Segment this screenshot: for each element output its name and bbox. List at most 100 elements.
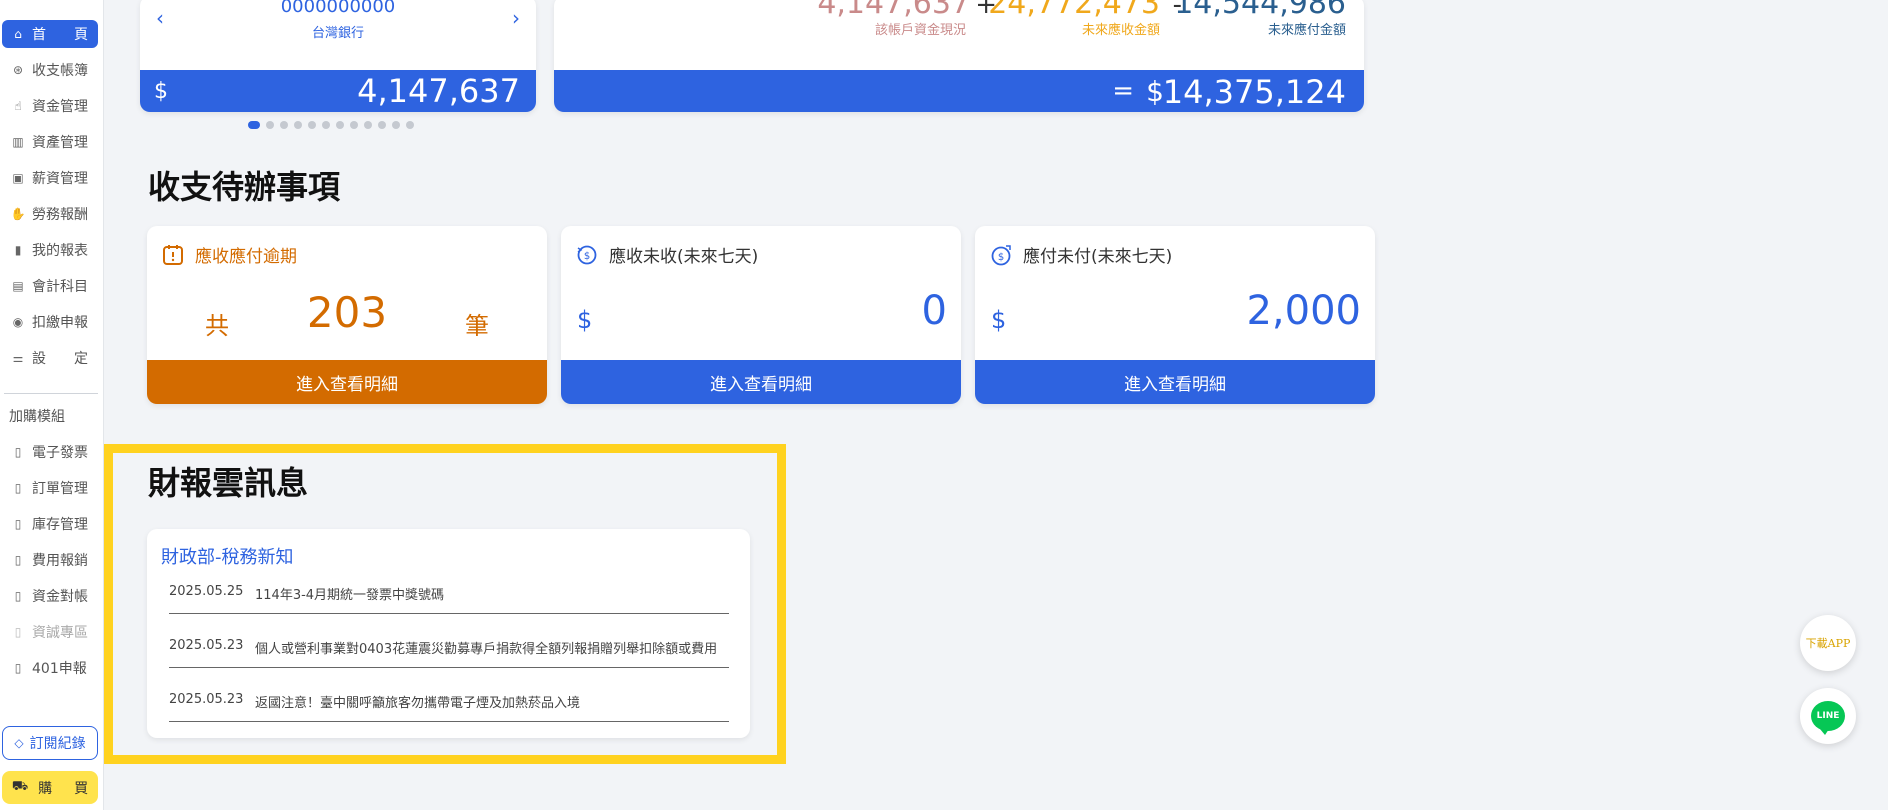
sidebar-divider (4, 393, 98, 394)
news-section-title: 財報雲訊息 (148, 464, 309, 502)
carousel-dot[interactable] (336, 121, 344, 129)
receivable-card-header: $ 應收未收(未來七天) (575, 242, 758, 267)
sidebar-item-label: 庫存管理 (32, 517, 88, 533)
sidebar-item-label: 薪資管理 (32, 171, 88, 187)
carousel-dot[interactable] (248, 121, 260, 129)
news-card: 財政部-稅務新知 2025.05.25 114年3-4月期統一發票中獎號碼 20… (147, 529, 750, 738)
receivable-detail-button[interactable]: 進入查看明細 (561, 360, 961, 404)
balance-currency: $ (154, 78, 168, 104)
ledger-icon: ▤ (12, 279, 24, 293)
sidebar-item-reports[interactable]: ▮ 我的報表 (2, 236, 98, 264)
carousel-dot[interactable] (266, 121, 274, 129)
sidebar-item-label: 扣繳申報 (32, 315, 88, 331)
sidebar-item-label: 資金對帳 (32, 589, 88, 605)
carousel-dot[interactable] (378, 121, 386, 129)
carousel-dot[interactable] (322, 121, 330, 129)
bank-balance: 4,147,637 (357, 72, 520, 110)
carousel-dot[interactable] (364, 121, 372, 129)
news-card-title: 財政部-稅務新知 (161, 547, 294, 568)
formula-result-bar: = $ 14,375,124 (554, 70, 1364, 112)
eye-icon: ◉ (12, 315, 24, 329)
overdue-card-header: 應收應付逾期 (161, 242, 297, 267)
carousel-dot[interactable] (280, 121, 288, 129)
payable-card: $ 應付未付(未來七天) $ 2,000 進入查看明細 (975, 226, 1375, 404)
diamond-icon: ◇ (14, 736, 24, 750)
news-title: 返國注意！臺中關呼籲旅客勿攜帶電子煙及加熱菸品入境 (255, 696, 581, 711)
cart-icon: ⛟ (11, 779, 29, 794)
sidebar: ⌂ 首 頁 ⊛ 收支帳簿 ☝ 資金管理 ▥ 資產管理 ▣ 薪資管理 ✋ 勞務報酬… (0, 0, 104, 810)
carousel-dot[interactable] (406, 121, 414, 129)
next-account-arrow-icon[interactable]: › (512, 6, 520, 30)
buy-label: 購買 (38, 780, 111, 797)
equals-operator: = (1112, 76, 1134, 106)
news-item[interactable]: 2025.05.23 返國注意！臺中關呼籲旅客勿攜帶電子煙及加熱菸品入境 (169, 682, 729, 722)
svg-text:$: $ (584, 251, 590, 262)
bank-account-number: 0000000000 (280, 0, 396, 17)
sidebar-item-401[interactable]: ▯ 401申報 (2, 654, 98, 682)
receivable-currency: $ (577, 306, 593, 334)
news-item[interactable]: 2025.05.23 個人或營利事業對0403花蓮震災勸募專戶捐款得全額列報捐贈… (169, 628, 729, 668)
sidebar-item-pwc: ▯ 資誠專區 (2, 618, 98, 646)
news-title: 114年3-4月期統一發票中獎號碼 (255, 588, 445, 603)
bar-chart-icon: ▮ (14, 243, 22, 257)
sidebar-item-home[interactable]: ⌂ 首 頁 (2, 20, 98, 48)
payable-currency: $ (991, 306, 1007, 334)
sidebar-item-label: 訂單管理 (32, 481, 88, 497)
receivable-label: 未來應收金額 (1081, 23, 1160, 38)
sidebar-item-ledger[interactable]: ⊛ 收支帳簿 (2, 56, 98, 84)
handshake-icon: ✋ (10, 207, 26, 221)
sidebar-item-settings[interactable]: ⚌ 設 定 (2, 344, 98, 372)
bank-account-card: 0000000000 台灣銀行 ‹ › $ 4,147,637 (140, 0, 536, 112)
module-icon: ▯ (14, 517, 22, 531)
sidebar-item-label: 資誠專區 (32, 625, 88, 641)
news-title: 個人或營利事業對0403花蓮震災勸募專戶捐款得全額列報捐贈列舉扣除額或費用 (255, 642, 718, 657)
svg-text:$: $ (998, 252, 1004, 263)
download-app-button[interactable]: 下載APP (1800, 615, 1856, 671)
overdue-title: 應收應付逾期 (195, 247, 297, 267)
home-icon: ⌂ (14, 27, 22, 41)
carousel-dot[interactable] (392, 121, 400, 129)
payable-value: 14,544,986 (1174, 0, 1346, 21)
subscription-record-button[interactable]: ◇ 訂閱紀錄 (2, 726, 98, 760)
module-icon: ▯ (14, 589, 22, 603)
overdue-suffix: 筆 (465, 312, 489, 340)
sidebar-item-payroll[interactable]: ▣ 薪資管理 (2, 164, 98, 192)
addon-section-label: 加購模組 (9, 409, 65, 425)
carousel-dot[interactable] (308, 121, 316, 129)
sidebar-item-label: 設 定 (32, 351, 88, 367)
carousel-dot[interactable] (350, 121, 358, 129)
sidebar-item-labor[interactable]: ✋ 勞務報酬 (2, 200, 98, 228)
sidebar-item-orders[interactable]: ▯ 訂單管理 (2, 474, 98, 502)
sidebar-item-expenses[interactable]: ▯ 費用報銷 (2, 546, 98, 574)
line-button[interactable]: LINE (1800, 688, 1856, 744)
sidebar-item-label: 費用報銷 (32, 553, 88, 569)
sidebar-item-reconcile[interactable]: ▯ 資金對帳 (2, 582, 98, 610)
sidebar-item-label: 勞務報酬 (32, 207, 88, 223)
news-item[interactable]: 2025.05.25 114年3-4月期統一發票中獎號碼 (169, 574, 729, 614)
prev-account-arrow-icon[interactable]: ‹ (156, 6, 164, 30)
overdue-detail-button[interactable]: 進入查看明細 (147, 360, 547, 404)
sidebar-item-withholding[interactable]: ◉ 扣繳申報 (2, 308, 98, 336)
sidebar-item-accounts[interactable]: ▤ 會計科目 (2, 272, 98, 300)
building-icon: ▥ (12, 135, 24, 149)
sidebar-item-inventory[interactable]: ▯ 庫存管理 (2, 510, 98, 538)
payable-title: 應付未付(未來七天) (1023, 247, 1173, 267)
buy-button[interactable]: ⛟ 購買 (2, 771, 98, 804)
receivable-value: 24,772,473 (988, 0, 1160, 21)
sidebar-item-label: 會計科目 (32, 279, 88, 295)
news-date: 2025.05.23 (169, 638, 244, 653)
sidebar-item-label: 電子發票 (32, 445, 88, 461)
money-circle-icon: ⊛ (12, 63, 24, 77)
line-icon: LINE (1811, 701, 1845, 735)
sidebar-item-assets[interactable]: ▥ 資產管理 (2, 128, 98, 156)
sidebar-item-label: 首 頁 (32, 27, 88, 43)
hand-coin-icon: ☝ (14, 99, 22, 113)
sidebar-item-funds[interactable]: ☝ 資金管理 (2, 92, 98, 120)
module-icon: ▯ (14, 445, 22, 459)
news-date: 2025.05.25 (169, 584, 244, 599)
carousel-dot[interactable] (294, 121, 302, 129)
payable-amount: 2,000 (1246, 288, 1361, 334)
sidebar-item-einvoice[interactable]: ▯ 電子發票 (2, 438, 98, 466)
sliders-icon: ⚌ (12, 351, 24, 365)
payable-detail-button[interactable]: 進入查看明細 (975, 360, 1375, 404)
